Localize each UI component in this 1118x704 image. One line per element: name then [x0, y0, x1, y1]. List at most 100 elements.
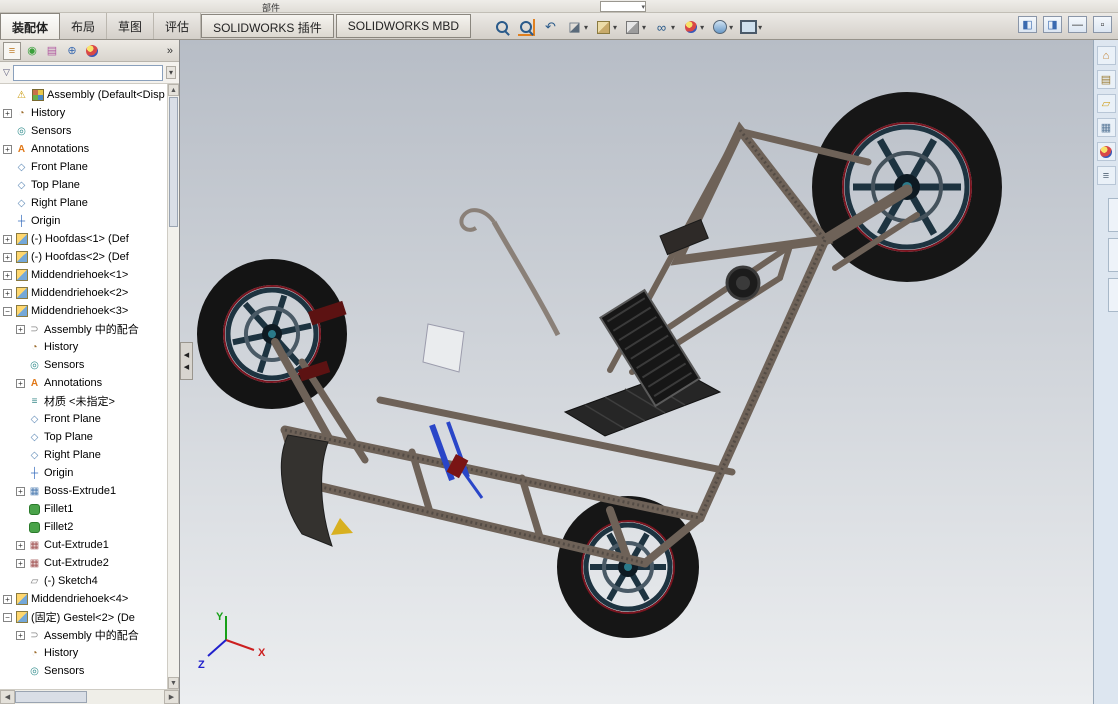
tree-item[interactable]: ▱(-) Sketch4 [0, 572, 167, 590]
task-pane-tab-file-explorer[interactable]: ▱ [1097, 94, 1116, 113]
zoom-fit-button[interactable] [492, 18, 513, 37]
tree-expand-toggle[interactable]: + [3, 595, 12, 604]
tree-item[interactable]: +▦Cut-Extrude2 [0, 554, 167, 572]
tree-vertical-scrollbar[interactable]: ▲ ▼ [167, 84, 179, 689]
tree-item[interactable]: +Middendriehoek<4> [0, 590, 167, 608]
chevron-down-icon[interactable]: ▾ [613, 23, 617, 32]
tree-item[interactable]: −(固定) Gestel<2> (De [0, 608, 167, 626]
tree-expand-toggle[interactable]: + [16, 559, 25, 568]
tree-item[interactable]: ◎Sensors [0, 662, 167, 680]
panel-tab-dimxpertmanager[interactable]: ⊕ [63, 42, 81, 60]
tree-item[interactable]: ◔History [0, 644, 167, 662]
tree-item[interactable]: +Middendriehoek<1> [0, 266, 167, 284]
hide-show-items-button[interactable]: ∞▾ [651, 18, 677, 37]
tree-item[interactable]: ┼Origin [0, 212, 167, 230]
tree-expand-toggle[interactable]: − [3, 613, 12, 622]
scroll-right-icon[interactable]: ▶ [164, 690, 179, 704]
panel-tab-featuremanager-tree[interactable]: ≡ [3, 42, 21, 60]
tree-horizontal-scrollbar[interactable]: ◀ ▶ [0, 689, 179, 704]
view-settings-button[interactable]: ▾ [738, 18, 764, 37]
tree-item[interactable]: ◎Sensors [0, 122, 167, 140]
ribbon-tab-4[interactable]: SOLIDWORKS 插件 [201, 14, 334, 38]
task-pane-tab-design-library[interactable]: ▤ [1097, 70, 1116, 89]
chevron-down-icon[interactable]: ▾ [584, 23, 588, 32]
collapse-pane-button[interactable]: ◧ [1018, 16, 1037, 33]
restore-button[interactable]: ▫ [1093, 16, 1112, 33]
display-style-button[interactable]: ▾ [622, 18, 648, 37]
tree-item[interactable]: +▦Cut-Extrude1 [0, 536, 167, 554]
tree-expand-toggle[interactable]: − [3, 307, 12, 316]
filter-input[interactable] [13, 65, 163, 81]
tree-item[interactable]: ◇Right Plane [0, 446, 167, 464]
tree-item[interactable]: Fillet2 [0, 518, 167, 536]
tree-item[interactable]: ◇Front Plane [0, 158, 167, 176]
quick-combo[interactable]: ▾ [600, 1, 646, 12]
tree-item[interactable]: Fillet1 [0, 500, 167, 518]
tree-item[interactable]: +◔History [0, 104, 167, 122]
tree-item[interactable]: +(-) Hoofdas<2> (Def [0, 248, 167, 266]
tree-expand-toggle[interactable]: + [3, 145, 12, 154]
task-pane-tab-view-palette[interactable]: ▦ [1097, 118, 1116, 137]
tree-item[interactable]: −Middendriehoek<3> [0, 302, 167, 320]
ribbon-tab-5[interactable]: SOLIDWORKS MBD [336, 14, 471, 38]
task-pane-stub[interactable] [1108, 238, 1118, 272]
tree-expand-toggle[interactable]: + [16, 541, 25, 550]
ribbon-tab-0[interactable]: 装配体 [0, 13, 60, 39]
edit-appearance-button[interactable]: ▾ [680, 18, 706, 37]
tree-expand-toggle[interactable]: + [3, 109, 12, 118]
tree-expand-toggle[interactable]: + [3, 271, 12, 280]
graphics-viewport[interactable]: ◀ ◀ Y X Z [180, 40, 1093, 704]
tree-item[interactable]: ◇Top Plane [0, 428, 167, 446]
tree-item[interactable]: ◇Right Plane [0, 194, 167, 212]
tree-item[interactable]: ◔History [0, 338, 167, 356]
scroll-down-icon[interactable]: ▼ [168, 677, 179, 689]
tree-expand-toggle[interactable]: + [16, 325, 25, 334]
apply-scene-button[interactable]: ▾ [709, 18, 735, 37]
panel-tab-displaymanager[interactable] [83, 42, 101, 60]
chevron-down-icon[interactable]: ▾ [758, 23, 762, 32]
zoom-area-button[interactable] [516, 18, 537, 37]
section-view-button[interactable]: ◪▾ [564, 18, 590, 37]
task-pane-stub[interactable] [1108, 198, 1118, 232]
horizontal-scrollbar-thumb[interactable] [15, 691, 87, 703]
panel-tab-configurationmanager[interactable]: ▤ [43, 42, 61, 60]
tree-expand-toggle[interactable]: + [3, 235, 12, 244]
tree-item[interactable]: +⊃Assembly 中的配合 [0, 320, 167, 338]
tree-expand-toggle[interactable]: + [3, 253, 12, 262]
tree-item[interactable]: ⚠Assembly (Default<Disp [0, 86, 167, 104]
ribbon-tab-3[interactable]: 评估 [154, 13, 201, 39]
chevron-down-icon[interactable]: ▾ [729, 23, 733, 32]
vertical-scrollbar-thumb[interactable] [169, 97, 178, 227]
tree-item[interactable]: ≡材质 <未指定> [0, 392, 167, 410]
previous-view-button[interactable]: ↶ [540, 18, 561, 37]
tree-item[interactable]: ┼Origin [0, 464, 167, 482]
tree-expand-toggle[interactable]: + [16, 487, 25, 496]
filter-dropdown-button[interactable]: ▾ [166, 66, 176, 79]
toolbar-overflow-button[interactable]: » [164, 45, 176, 57]
panel-tab-propertymanager[interactable]: ◉ [23, 42, 41, 60]
tree-expand-toggle[interactable]: + [3, 289, 12, 298]
tree-item[interactable]: +Middendriehoek<2> [0, 284, 167, 302]
horizontal-scroll-track[interactable] [15, 690, 164, 704]
minimize-button[interactable]: — [1068, 16, 1087, 33]
tree-item[interactable]: +(-) Hoofdas<1> (Def [0, 230, 167, 248]
chevron-down-icon[interactable]: ▾ [700, 23, 704, 32]
tree-item[interactable]: ◇Front Plane [0, 410, 167, 428]
panel-collapse-button[interactable]: ◀ ◀ [180, 342, 193, 380]
task-pane-tab-custom-properties[interactable]: ≡ [1097, 166, 1116, 185]
tree-expand-toggle[interactable]: + [16, 631, 25, 640]
tree-item[interactable]: +▦Boss-Extrude1 [0, 482, 167, 500]
tree-expand-toggle[interactable]: + [16, 379, 25, 388]
ribbon-tab-1[interactable]: 布局 [60, 13, 107, 39]
chevron-down-icon[interactable]: ▾ [671, 23, 675, 32]
ribbon-tab-2[interactable]: 草图 [107, 13, 154, 39]
task-pane-tab-solidworks-resources[interactable]: ⌂ [1097, 46, 1116, 65]
task-pane-tab-appearances-scenes[interactable] [1097, 142, 1116, 161]
task-pane-stub[interactable] [1108, 278, 1118, 312]
scroll-left-icon[interactable]: ◀ [0, 690, 15, 704]
tree-item[interactable]: +AAnnotations [0, 374, 167, 392]
tree-item[interactable]: +⊃Assembly 中的配合 [0, 626, 167, 644]
tree-item[interactable]: +AAnnotations [0, 140, 167, 158]
scroll-up-icon[interactable]: ▲ [168, 84, 179, 96]
view-orientation-button[interactable]: ▾ [593, 18, 619, 37]
